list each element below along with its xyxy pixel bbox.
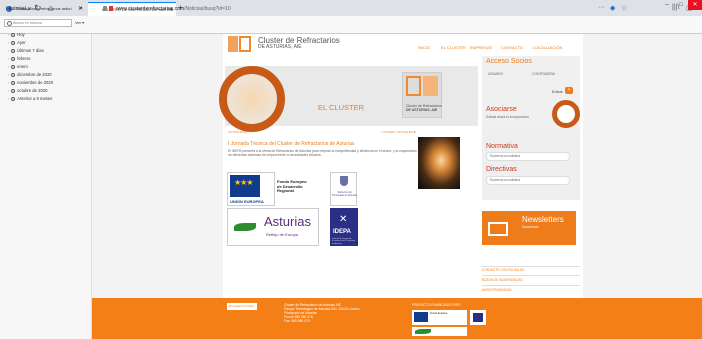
history-item-nov-2020[interactable]: › noviembre de 2020 <box>8 80 53 85</box>
site-footer <box>92 298 702 339</box>
link-privacidad[interactable]: AVISO PRIVACIDAD <box>482 288 512 292</box>
clock-icon <box>11 64 16 69</box>
history-item-last7[interactable]: › Últimos 7 días <box>8 48 44 53</box>
hero-title: EL CLUSTER <box>318 103 364 112</box>
clock-icon <box>11 80 16 85</box>
footer-program-title: PROYECTO FINANCIADO POR: <box>412 303 461 307</box>
footer-asturias-badge <box>412 327 467 336</box>
hero-logo-text: Cluster de Refractarios DE ASTURIAS, AIE <box>406 104 446 112</box>
history-item-february[interactable]: › febrero <box>8 56 30 61</box>
divider <box>482 275 580 276</box>
bookmark-star-icon[interactable]: ☆ <box>621 4 627 12</box>
reload-icon[interactable]: ↻ <box>34 3 42 14</box>
enter-label[interactable]: Entrar <box>552 89 563 94</box>
history-item-dec-2020[interactable]: › diciembre de 2020 <box>8 72 52 77</box>
article-text: El IDEPA presenta a la oferta de Refract… <box>228 149 418 158</box>
join-sub: Solicita ahora tu incorporación <box>486 115 529 119</box>
idepa-logo: ✕ IDEPA Instituto de Desarrollo Económico … <box>330 208 358 246</box>
home-icon[interactable]: ⌂ <box>48 3 53 13</box>
password-label: CONTRASEÑA <box>532 72 555 76</box>
history-item-today[interactable]: › Hoy <box>8 32 25 37</box>
menu-contacto[interactable]: CONTACTO <box>501 45 523 50</box>
divider <box>482 266 580 267</box>
library-icon[interactable]: |||\ <box>672 4 679 11</box>
url-host: www.clusterderefractarios.com <box>116 6 185 12</box>
gobierno-text: Gobierno del Principado de Asturias <box>332 191 357 197</box>
history-item-oct-2020[interactable]: › octubre de 2020 <box>8 88 47 93</box>
history-title[interactable]: Historial ∨ <box>6 6 31 12</box>
join-ring-image <box>552 100 580 128</box>
divider <box>482 285 580 286</box>
clock-icon <box>11 48 16 53</box>
history-item-january[interactable]: › enero <box>8 64 28 69</box>
directivas-title[interactable]: Directivas <box>486 166 517 173</box>
hero-ring-image <box>219 66 285 132</box>
hero-subtitle-2: DE ASTURIAS, AIE <box>406 108 438 112</box>
footer-idepa-badge <box>470 310 486 325</box>
link-sugerencias[interactable]: BUZÓN DE SUGERENCIAS <box>482 278 523 282</box>
newsletter-sub: Suscríbase <box>522 225 539 229</box>
site-logo[interactable] <box>228 36 254 52</box>
lock-icon <box>103 6 107 11</box>
history-item-yesterday[interactable]: › Ayer <box>8 40 26 45</box>
furnace-image <box>418 137 460 189</box>
brand-subname: DE ASTURIAS, AIE <box>258 44 302 50</box>
feder-text: Fondo Europeo de Desarrollo Regional <box>277 179 307 194</box>
access-title: Acceso Socios <box>486 58 532 65</box>
view-button[interactable]: Ver ▾ <box>75 20 84 25</box>
history-item-older[interactable]: › Anterior a 6 meses <box>8 96 52 101</box>
history-search-input[interactable]: Buscar en historial <box>4 19 72 27</box>
newsletter-title: Newsletters <box>522 215 564 224</box>
right-panel <box>482 130 580 200</box>
gobierno-logo: Gobierno del Principado de Asturias <box>330 172 357 206</box>
idepa-name: IDEPA <box>333 229 351 235</box>
join-title[interactable]: Asociarse <box>486 106 517 113</box>
eu-logo: ★★★ UNIÓN EUROPEA <box>227 172 275 206</box>
footer-address: Cluster de Refractarios de Asturias AIE P… <box>284 303 360 324</box>
clock-icon <box>11 96 16 101</box>
clock-icon <box>11 72 16 77</box>
asturias-name: Asturias <box>264 214 311 229</box>
link-contacto-salud[interactable]: CONTACTO CON SU SALUD <box>482 268 524 272</box>
navigation-bar <box>0 16 702 34</box>
normativa-title[interactable]: Normativa <box>486 143 518 150</box>
clock-icon <box>11 32 16 37</box>
menu-el-cluster[interactable]: EL CLUSTER <box>441 45 466 50</box>
footer-eu-badge: Fondo Europeo <box>412 310 467 325</box>
site-info-icon[interactable] <box>109 6 113 11</box>
user-label: USUARIO <box>488 72 504 76</box>
asturias-logo: Asturias Reflejo de Europa <box>227 208 319 246</box>
menu-inicio[interactable]: INICIO <box>418 45 430 50</box>
menu-localizacion[interactable]: LOCALIZACIÓN <box>533 45 562 50</box>
eu-label: UNIÓN EUROPEA <box>230 199 264 204</box>
normativa-box[interactable]: Envíenos su solicitud <box>486 152 570 161</box>
menu-empresas[interactable]: EMPRESAS <box>470 45 492 50</box>
clock-icon <box>11 40 16 45</box>
url-path: /Noticias/busq?id=10 <box>184 6 231 12</box>
directivas-box[interactable]: Envíenos su solicitud <box>486 176 570 185</box>
window-controls: – □ ✕ <box>660 0 702 10</box>
url-bar[interactable]: www.clusterderefractarios.com/Noticias/b… <box>100 3 620 15</box>
clock-icon <box>11 56 16 61</box>
breadcrumb[interactable]: ACTUALIDAD <box>228 130 247 134</box>
pocket-icon[interactable]: ◆ <box>610 4 615 12</box>
enter-button[interactable]: » <box>565 87 573 94</box>
footer-logo: Principado de Asturias <box>227 303 257 310</box>
close-sidebar-icon[interactable]: ✕ <box>78 5 83 12</box>
back-link[interactable]: < VOLVER / ACTUALIDAD <box>380 130 416 134</box>
sidebar-toggle-icon[interactable]: ▢ <box>686 4 693 12</box>
page-actions-icon[interactable]: ··· <box>598 4 605 11</box>
idepa-sub: Instituto de Desarrollo Económico del Pr… <box>332 238 356 245</box>
article-title: I Jornada Técnica del Cluster de Refract… <box>228 141 355 147</box>
clock-icon <box>11 88 16 93</box>
asturias-sub: Reflejo de Europa <box>266 232 299 237</box>
